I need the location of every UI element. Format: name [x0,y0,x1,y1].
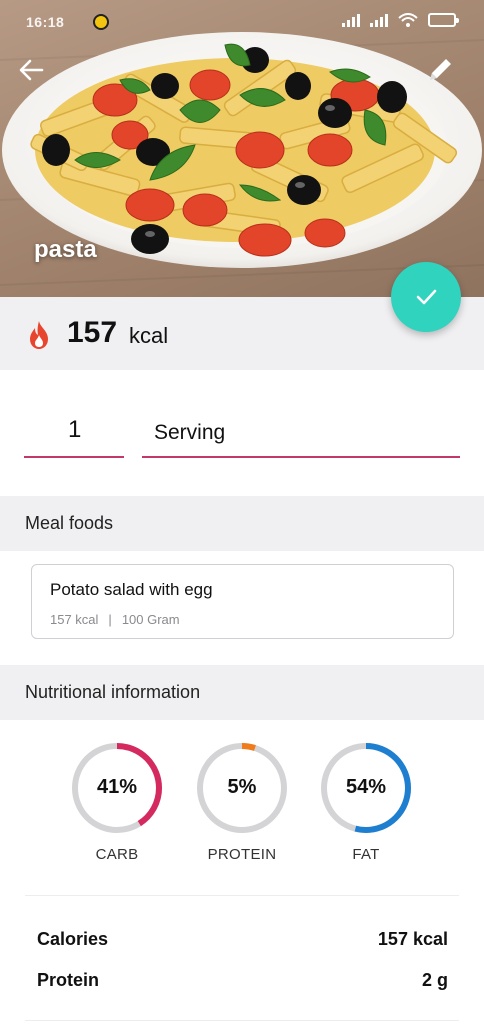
wifi-icon [398,13,418,27]
nutrition-header: Nutritional information [0,665,484,720]
meal-foods-header: Meal foods [0,496,484,551]
food-card[interactable]: Potato salad with egg 157 kcal | 100 Gra… [31,564,454,639]
nutrient-value: 2 g [421,970,448,990]
fat-percent: 54% [345,776,387,798]
signal-icon-2 [370,13,388,27]
food-kcal: 157 kcal [50,612,99,627]
calorie-value: 157 [67,316,118,349]
check-icon [416,289,437,305]
meal-title: pasta [34,236,97,263]
fat-ring: 54% [320,742,412,834]
signal-icon [342,13,360,27]
status-bar: 16:18 [0,0,484,44]
food-name: Potato salad with egg [50,580,213,599]
status-time: 16:18 [26,14,65,30]
flame-icon [30,321,48,349]
fat-label: FAT [352,846,380,863]
meal-foods-title: Meal foods [25,513,114,533]
food-meta: 157 kcal | 100 Gram [50,612,180,627]
nutrient-label: Calories [37,929,109,949]
divider [25,895,459,896]
serving-unit-value: Serving [154,421,226,444]
quantity-input[interactable]: 1 [24,406,124,458]
protein-ring: 5% [196,742,288,834]
protein-label: PROTEIN [207,846,277,863]
notification-app-icon [93,14,109,30]
carb-label: CARB [95,846,139,863]
edit-button[interactable] [422,52,458,88]
battery-icon [428,13,459,27]
nutrition-title: Nutritional information [25,682,201,702]
quantity-value: 1 [68,416,82,443]
calorie-unit: kcal [129,323,169,348]
protein-percent: 5% [227,776,257,798]
confirm-button[interactable] [391,262,461,332]
nutrient-row-calories: Calories 157 kcal [37,929,448,959]
nutrient-row-protein: Protein 2 g [37,970,448,1000]
divider [25,1020,459,1021]
pencil-icon [430,59,451,80]
hero-image: 16:18 pasta [0,0,484,297]
nutrient-value: 157 kcal [377,929,448,949]
carb-ring: 41% [71,742,163,834]
arrow-left-icon [19,59,44,81]
carb-percent: 41% [96,776,138,798]
nutrient-label: Protein [37,970,100,990]
serving-unit-select[interactable]: Serving [142,406,460,458]
status-indicators [342,13,459,27]
food-amount: 100 Gram [121,612,180,627]
back-button[interactable] [14,52,50,88]
food-meta-separator: | [108,612,112,627]
